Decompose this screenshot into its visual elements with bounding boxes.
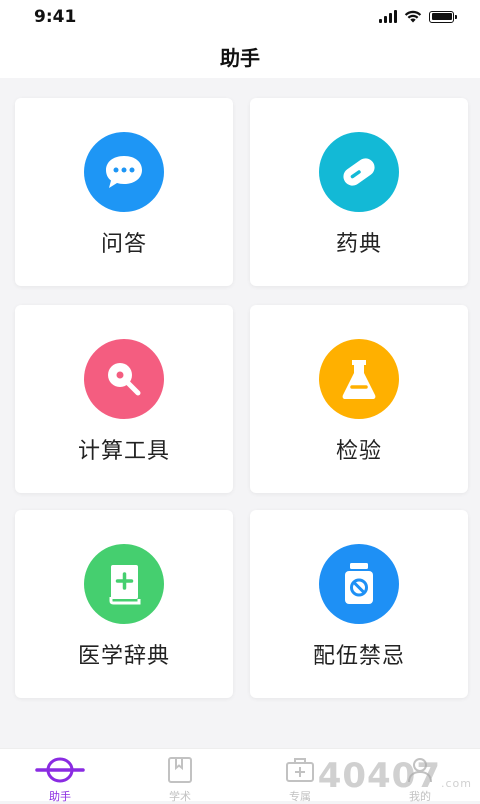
card-label: 医学辞典 [77,644,170,669]
card-calculator[interactable]: 计算工具 [15,305,233,493]
feature-grid: 问答 药典 计算工具 检验 医学辞典 配伍禁忌 [0,0,480,800]
card-incompatibility[interactable]: 配伍禁忌 [250,510,468,698]
card-qa[interactable]: 问答 [15,98,233,286]
card-label: 计算工具 [77,439,170,464]
tab-academic[interactable]: 学术 [120,749,240,803]
assistant-icon [35,756,85,784]
card-pharmacopoeia[interactable]: 药典 [250,98,468,286]
card-label: 问答 [100,232,147,257]
search-calc-icon [108,363,141,396]
card-medical-dictionary[interactable]: 医学辞典 [15,510,233,698]
chat-bubble-icon [106,156,142,188]
flask-icon [342,360,376,399]
watermark-text: 40407 [317,756,441,796]
card-label: 药典 [335,232,382,257]
card-icon-circle [84,544,164,624]
tab-assistant[interactable]: 助手 [0,749,120,803]
card-label: 配伍禁忌 [312,644,405,669]
pill-icon [343,158,375,186]
tab-label: 专属 [289,790,311,803]
card-icon-circle [84,339,164,419]
card-icon-circle [319,339,399,419]
prohibited-bottle-icon [345,563,373,604]
tab-label: 学术 [169,790,191,803]
card-lab-test[interactable]: 检验 [250,305,468,493]
card-label: 检验 [335,439,382,464]
watermark: 40407.com [318,756,472,796]
card-icon-circle [84,132,164,212]
medical-book-icon [109,565,141,605]
tab-label: 助手 [49,790,71,803]
medical-kit-icon [285,756,315,784]
card-icon-circle [319,544,399,624]
card-icon-circle [319,132,399,212]
bookmark-book-icon [167,756,193,784]
watermark-suffix: .com [441,777,472,790]
